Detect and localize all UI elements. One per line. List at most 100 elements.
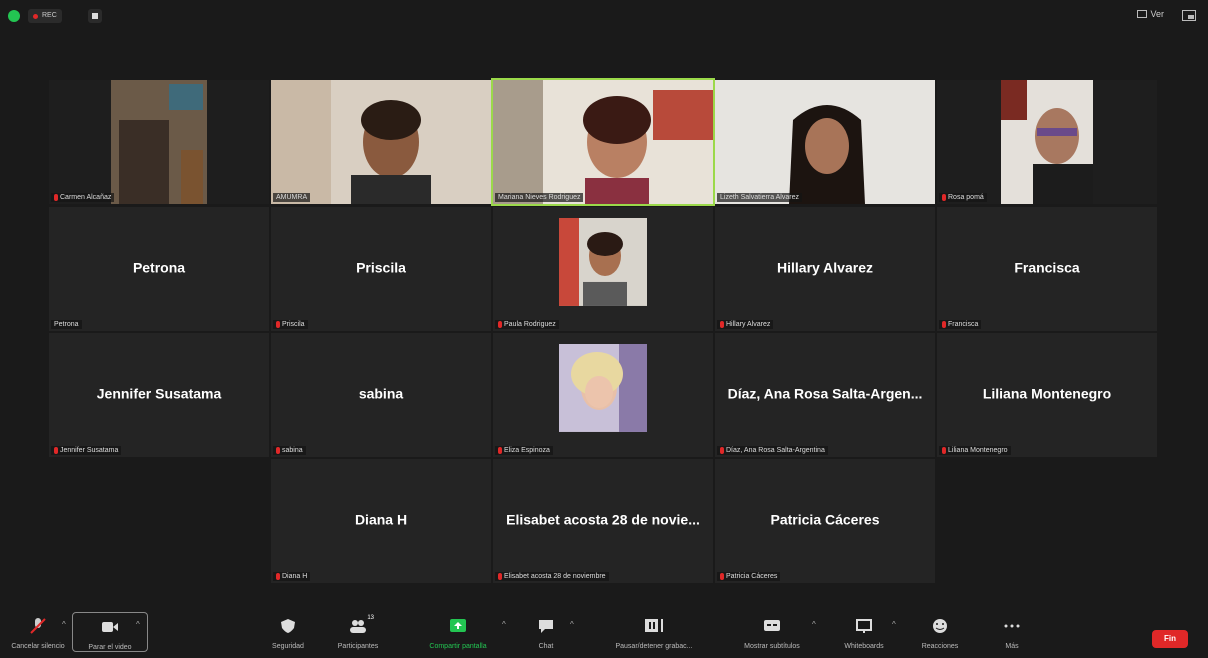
video-camera-icon	[102, 622, 118, 632]
muted-mic-icon	[54, 194, 58, 201]
smiley-icon	[933, 619, 947, 633]
video-tile[interactable]: AMUMRA	[271, 80, 491, 204]
end-meeting-button[interactable]: Fin	[1152, 630, 1188, 648]
name-tile[interactable]: Hillary Alvarez Hillary Alvarez	[715, 207, 935, 331]
participant-nametag: Jennifer Susatama	[51, 446, 122, 455]
muted-mic-icon	[276, 447, 280, 454]
chat-button[interactable]: Chat	[508, 612, 584, 650]
pause-stop-recording-button[interactable]: Pausar/detener grabac...	[604, 612, 704, 650]
muted-mic-icon	[276, 321, 280, 328]
share-screen-icon	[450, 619, 466, 632]
video-tile[interactable]: Lizeth Salvatierra Alvarez	[715, 80, 935, 204]
participants-icon	[350, 620, 366, 633]
participant-photo	[559, 217, 647, 306]
name-tile[interactable]: Jennifer Susatama Jennifer Susatama	[49, 333, 269, 457]
security-button[interactable]: Seguridad	[250, 612, 326, 650]
share-options-caret[interactable]: ^	[502, 620, 506, 629]
muted-mic-icon	[942, 194, 946, 201]
top-bar: REC Ver	[0, 0, 1208, 34]
audio-options-caret[interactable]: ^	[62, 620, 66, 629]
participant-display-name: Díaz, Ana Rosa Salta-Argen...	[727, 385, 923, 402]
participant-display-name: Liliana Montenegro	[982, 385, 1112, 402]
participant-video	[1001, 80, 1093, 204]
grid-view-icon	[1137, 10, 1148, 18]
muted-mic-icon	[720, 321, 724, 328]
video-tile[interactable]: Rosa pomá	[937, 80, 1157, 204]
muted-mic-icon	[54, 447, 58, 454]
participant-nametag: sabina	[273, 446, 306, 455]
participant-nametag: AMUMRA	[273, 193, 311, 202]
muted-mic-icon	[498, 573, 502, 580]
participant-nametag: Diana H	[273, 572, 311, 581]
participants-count: 13	[367, 615, 374, 621]
name-tile[interactable]: Elisabet acosta 28 de novie... Elisabet …	[493, 459, 713, 583]
participant-display-name: Elisabet acosta 28 de novie...	[506, 511, 700, 528]
name-tile[interactable]: Francisca Francisca	[937, 207, 1157, 331]
muted-mic-icon	[498, 447, 502, 454]
participant-display-name: Francisca	[1014, 259, 1080, 276]
participant-nametag: Priscila	[273, 320, 308, 329]
chat-options-caret[interactable]: ^	[570, 620, 574, 629]
active-speaker-tile[interactable]: Mariana Nieves Rodriguez	[491, 78, 715, 206]
participant-display-name: Petrona	[132, 259, 186, 276]
view-button[interactable]: Ver	[1137, 9, 1164, 19]
security-shield-icon[interactable]	[8, 10, 20, 22]
reactions-button[interactable]: Reacciones	[902, 612, 978, 650]
name-tile[interactable]: Díaz, Ana Rosa Salta-Argen... Díaz, Ana …	[715, 333, 935, 457]
chat-bubble-icon	[539, 620, 553, 633]
more-button[interactable]: Más	[974, 612, 1050, 650]
captions-options-caret[interactable]: ^	[812, 620, 816, 629]
participant-nametag: Elisabet acosta 28 de noviembre	[495, 572, 609, 581]
muted-mic-icon	[720, 447, 724, 454]
name-tile[interactable]: Liliana Montenegro Liliana Montenegro	[937, 333, 1157, 457]
video-tile[interactable]: Carmen Alcañaz	[49, 80, 269, 204]
fullscreen-icon[interactable]	[1182, 10, 1196, 21]
name-tile[interactable]: sabina sabina	[271, 333, 491, 457]
shield-icon	[281, 619, 295, 633]
photo-tile[interactable]: Eliza Espinoza	[493, 333, 713, 457]
whiteboards-button[interactable]: Whiteboards	[826, 612, 902, 650]
stop-video-button[interactable]: Parar el video	[72, 612, 148, 652]
photo-tile[interactable]: Paula Rodriguez	[493, 207, 713, 331]
share-screen-button[interactable]: Compartir pantalla	[420, 612, 496, 650]
muted-mic-icon	[276, 573, 280, 580]
muted-mic-icon	[498, 321, 502, 328]
muted-mic-icon	[720, 573, 724, 580]
recording-dot-icon	[33, 13, 38, 19]
stop-recording-icon[interactable]	[88, 9, 102, 23]
muted-mic-icon	[942, 447, 946, 454]
participants-button[interactable]: 13 Participantes	[320, 612, 396, 650]
name-tile[interactable]: Diana H Diana H	[271, 459, 491, 583]
participant-nametag: Díaz, Ana Rosa Salta-Argentina	[717, 446, 828, 455]
muted-microphone-icon	[30, 618, 46, 634]
show-captions-button[interactable]: Mostrar subtítulos	[730, 612, 814, 650]
participant-nametag: Rosa pomá	[939, 193, 987, 202]
participant-photo	[559, 343, 647, 432]
pause-stop-icon	[645, 619, 663, 632]
muted-mic-icon	[942, 321, 946, 328]
whiteboard-icon	[856, 619, 872, 633]
participant-nametag: Lizeth Salvatierra Alvarez	[717, 193, 802, 202]
participant-nametag: Petrona	[51, 320, 82, 329]
participant-nametag: Francisca	[939, 320, 982, 329]
participant-nametag: Hillary Alvarez	[717, 320, 774, 329]
participant-display-name: Diana H	[354, 511, 408, 528]
meeting-toolbar: Cancelar silencio ^ Parar el video ^ Seg…	[0, 608, 1208, 658]
participant-video	[111, 80, 207, 204]
participant-nametag: Eliza Espinoza	[495, 446, 553, 455]
more-dots-icon	[1004, 624, 1020, 628]
name-tile[interactable]: Patricia Cáceres Patricia Cáceres	[715, 459, 935, 583]
participant-display-name: Hillary Alvarez	[777, 259, 873, 276]
video-options-caret[interactable]: ^	[136, 620, 140, 629]
participant-display-name: Patricia Cáceres	[770, 511, 880, 528]
recording-indicator[interactable]: REC	[28, 9, 62, 23]
name-tile[interactable]: Priscila Priscila	[271, 207, 491, 331]
participant-display-name: sabina	[358, 385, 404, 402]
name-tile[interactable]: Petrona Petrona	[49, 207, 269, 331]
unmute-button[interactable]: Cancelar silencio	[0, 612, 76, 650]
whiteboards-options-caret[interactable]: ^	[892, 620, 896, 629]
participant-display-name: Priscila	[356, 259, 406, 276]
participant-nametag: Paula Rodriguez	[495, 320, 559, 329]
participant-nametag: Carmen Alcañaz	[51, 193, 115, 202]
participant-display-name: Jennifer Susatama	[96, 385, 222, 402]
